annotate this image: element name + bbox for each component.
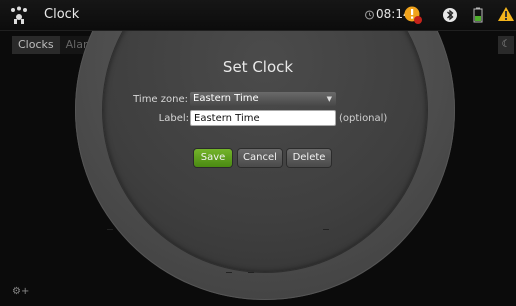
add-clock-icon[interactable]: ⚙+ xyxy=(12,284,29,300)
status-bar: Clock 08:14 xyxy=(0,0,516,31)
label-input[interactable] xyxy=(190,110,336,126)
bluetooth-icon xyxy=(443,8,457,22)
warning-icon[interactable] xyxy=(496,5,516,25)
dialog-title: Set Clock xyxy=(222,58,294,76)
timezone-value: Eastern Time xyxy=(193,93,259,104)
app-title: Clock xyxy=(44,7,80,22)
optional-hint: (optional) xyxy=(339,113,388,124)
save-button[interactable]: Save xyxy=(194,149,232,167)
night-mode-button[interactable]: ☾ xyxy=(498,36,514,54)
timezone-label: Time zone: xyxy=(133,94,188,105)
dial-tick xyxy=(226,272,232,273)
label-field-label: Label: xyxy=(158,113,189,124)
dial-tick xyxy=(323,229,329,230)
delete-button[interactable]: Delete xyxy=(287,149,331,167)
notification-alert-icon[interactable] xyxy=(403,5,423,25)
cancel-button[interactable]: Cancel xyxy=(238,149,282,167)
alarm-icon xyxy=(365,10,374,20)
dropdown-arrow-icon: ▼ xyxy=(326,95,332,103)
dial-tick xyxy=(107,229,113,230)
battery-charging-icon xyxy=(473,7,483,23)
screen: Clocks Alarms ☾ ⚙+ Clock 08:14 Set Clock… xyxy=(0,0,516,306)
app-pinwheel-icon xyxy=(11,6,27,24)
dial-tick xyxy=(248,272,254,273)
tab-clocks[interactable]: Clocks xyxy=(12,36,60,54)
timezone-select[interactable]: Eastern Time ▼ xyxy=(190,92,336,106)
